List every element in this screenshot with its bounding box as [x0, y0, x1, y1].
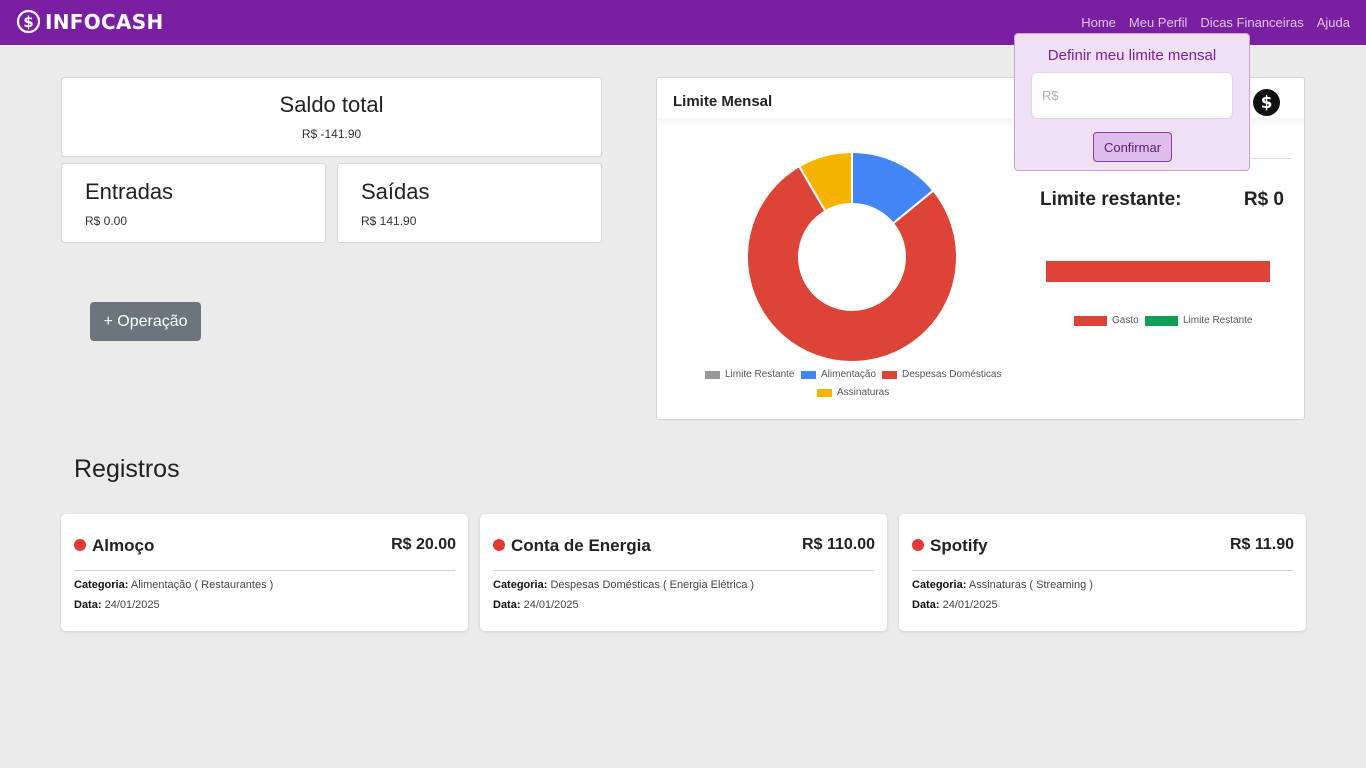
- record-category: Categoria: Assinaturas ( Streaming ): [912, 579, 1093, 591]
- divider: [912, 570, 1293, 571]
- limite-restante-value: R$ 0: [1243, 189, 1284, 210]
- saldo-value: R$ -141.90: [301, 127, 362, 141]
- legend-swatch: [801, 370, 816, 379]
- legend-label: Despesas Domésticas: [902, 369, 1002, 380]
- record-amount: R$ 110.00: [802, 536, 875, 553]
- legend-label: Alimentação: [821, 369, 877, 380]
- legend-label: Gasto: [1112, 315, 1139, 326]
- legend-swatch: [1145, 315, 1178, 326]
- expenses-donut-chart: [747, 151, 957, 363]
- svg-text:$: $: [23, 13, 33, 31]
- record-card[interactable]: Conta de Energia R$ 110.00 Categoria: De…: [480, 514, 887, 631]
- bar-legend-limite-restante: Limite Restante: [1145, 315, 1252, 326]
- legend-swatch: [882, 370, 897, 379]
- category-label: Categoria:: [74, 579, 129, 591]
- limit-input[interactable]: R$: [1031, 72, 1233, 119]
- record-date: Data: 24/01/2025: [74, 599, 160, 611]
- limite-restante-label: Limite restante:: [1040, 189, 1182, 210]
- record-category: Categoria: Alimentação ( Restaurantes ): [74, 579, 273, 591]
- nav-help-link[interactable]: Ajuda: [1317, 15, 1350, 30]
- record-date: Data: 24/01/2025: [912, 599, 998, 611]
- nav-home-link[interactable]: Home: [1081, 15, 1116, 30]
- record-card[interactable]: Spotify R$ 11.90 Categoria: Assinaturas …: [899, 514, 1306, 631]
- nav-profile-link[interactable]: Meu Perfil: [1129, 15, 1188, 30]
- legend-despesas-domesticas: Despesas Domésticas: [882, 369, 1001, 380]
- category-value: Alimentação ( Restaurantes ): [130, 579, 274, 591]
- record-name: Conta de Energia: [511, 536, 651, 555]
- divider: [493, 570, 874, 571]
- legend-label: Assinaturas: [837, 387, 890, 398]
- status-dot-icon: [912, 539, 924, 551]
- record-amount: R$ 20.00: [391, 536, 456, 553]
- legend-label: Limite Restante: [725, 369, 795, 380]
- legend-swatch: [1074, 315, 1107, 326]
- date-value: 24/01/2025: [104, 599, 160, 611]
- record-date: Data: 24/01/2025: [493, 599, 579, 611]
- legend-limite-restante: Limite Restante: [705, 369, 794, 380]
- legend-label: Limite Restante: [1183, 315, 1253, 326]
- saidas-value: R$ 141.90: [361, 214, 417, 228]
- category-label: Categoria:: [493, 579, 548, 591]
- date-value: 24/01/2025: [942, 599, 998, 611]
- saldo-title: Saldo total: [279, 92, 384, 117]
- category-label: Categoria:: [912, 579, 967, 591]
- saidas-title: Saídas: [361, 179, 430, 204]
- legend-swatch: [817, 388, 832, 397]
- record-name: Almoço: [92, 536, 155, 555]
- legend-alimentacao: Alimentação: [801, 369, 876, 380]
- date-value: 24/01/2025: [523, 599, 579, 611]
- nav-links: Home Meu Perfil Dicas Financeiras Ajuda: [1081, 15, 1350, 30]
- status-dot-icon: [74, 539, 86, 551]
- record-amount: R$ 11.90: [1229, 536, 1294, 553]
- popup-title: Definir meu limite mensal: [1047, 47, 1217, 64]
- saldo-total-card: Saldo total R$ -141.90: [61, 77, 602, 157]
- add-operation-button[interactable]: + Operação: [90, 302, 201, 341]
- limite-mensal-title: Limite Mensal: [673, 93, 773, 110]
- date-label: Data:: [493, 599, 521, 611]
- saidas-card: Saídas R$ 141.90: [337, 163, 602, 243]
- gasto-bar: [1046, 261, 1270, 282]
- record-category: Categoria: Despesas Domésticas ( Energia…: [493, 579, 754, 591]
- registros-title: Registros: [74, 455, 180, 483]
- dollar-icon[interactable]: $: [1253, 89, 1280, 116]
- category-value: Assinaturas ( Streaming ): [968, 579, 1093, 591]
- date-label: Data:: [74, 599, 102, 611]
- confirm-button[interactable]: Confirmar: [1093, 132, 1172, 162]
- brand[interactable]: $ INFOCASH: [16, 9, 164, 34]
- entradas-card: Entradas R$ 0.00: [61, 163, 326, 243]
- entradas-value: R$ 0.00: [85, 214, 128, 228]
- dollar-coin-icon: $: [16, 9, 41, 34]
- record-name: Spotify: [930, 536, 988, 555]
- legend-assinaturas: Assinaturas: [817, 387, 889, 398]
- limit-popup: Definir meu limite mensal R$ Confirmar: [1014, 33, 1250, 171]
- brand-title: INFOCASH: [45, 9, 164, 34]
- nav-tips-link[interactable]: Dicas Financeiras: [1200, 15, 1303, 30]
- category-value: Despesas Domésticas ( Energia Elétrica ): [550, 579, 755, 591]
- entradas-title: Entradas: [85, 179, 174, 204]
- record-card[interactable]: Almoço R$ 20.00 Categoria: Alimentação (…: [61, 514, 468, 631]
- date-label: Data:: [912, 599, 940, 611]
- status-dot-icon: [493, 539, 505, 551]
- bar-legend-gasto: Gasto: [1074, 315, 1139, 326]
- divider: [74, 570, 455, 571]
- legend-swatch: [705, 370, 720, 379]
